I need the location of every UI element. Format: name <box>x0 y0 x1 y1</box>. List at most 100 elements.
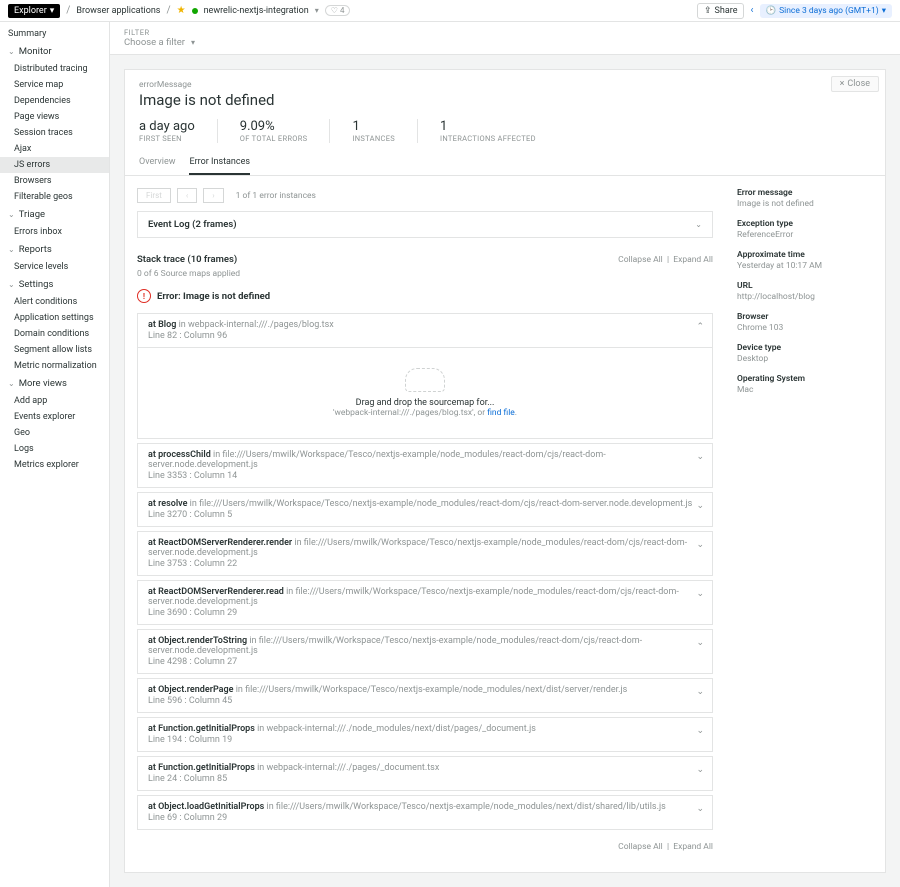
chevron-icon: ⌄ <box>696 540 704 550</box>
stack-frame[interactable]: at ReactDOMServerRenderer.read in file:/… <box>137 580 713 625</box>
stat-block: a day agoFIRST SEEN <box>139 119 195 143</box>
sidebar-item-summary[interactable]: Summary <box>0 26 109 42</box>
pager: First ‹ › 1 of 1 error instances <box>137 188 713 203</box>
close-button[interactable]: ×Close <box>831 76 879 92</box>
share-button[interactable]: ⇪Share <box>697 3 744 19</box>
event-log-panel[interactable]: Event Log (2 frames) ⌄ <box>137 211 713 238</box>
stack-frame[interactable]: at Object.renderPage in file:///Users/mw… <box>137 678 713 713</box>
chevron-down-icon: ⌄ <box>8 379 15 388</box>
detail-section: Device typeDesktop <box>737 343 873 364</box>
cloud-icon <box>405 368 445 392</box>
chevron-down-icon[interactable]: ▾ <box>315 6 319 15</box>
time-range-picker[interactable]: 🕑Since 3 days ago (GMT+1) ▾ <box>760 4 893 18</box>
error-panel: ×Close errorMessage Image is not defined… <box>124 69 886 873</box>
pager-next-button[interactable]: › <box>203 188 223 203</box>
sidebar-item[interactable]: Metrics explorer <box>0 457 109 473</box>
detail-section: Operating SystemMac <box>737 374 873 395</box>
breadcrumb-category[interactable]: Browser applications <box>76 6 160 16</box>
chevron-down-icon: ▾ <box>50 6 55 16</box>
sidebar-item[interactable]: Session traces <box>0 125 109 141</box>
expand-all-link[interactable]: Expand All <box>673 255 713 265</box>
sidebar-item[interactable]: Dependencies <box>0 93 109 109</box>
sidebar-item[interactable]: Service levels <box>0 259 109 275</box>
error-title: Image is not defined <box>139 91 871 109</box>
sidebar-group-monitor[interactable]: ⌄Monitor <box>0 42 109 61</box>
pager-prev-button[interactable]: ‹ <box>177 188 197 203</box>
tab[interactable]: Error Instances <box>189 151 250 175</box>
chevron-icon: ⌄ <box>696 765 704 775</box>
sidebar-group-more[interactable]: ⌄More views <box>0 374 109 393</box>
stack-frame[interactable]: at Function.getInitialProps in webpack-i… <box>137 717 713 752</box>
sidebar-item[interactable]: JS errors <box>0 157 109 173</box>
collapse-all-link-bottom[interactable]: Collapse All <box>618 842 663 852</box>
pager-first-button[interactable]: First <box>137 188 171 203</box>
chevron-icon: ⌄ <box>696 638 704 648</box>
explorer-button[interactable]: Explorer ▾ <box>8 4 60 18</box>
sidebar-item[interactable]: Domain conditions <box>0 326 109 342</box>
chevron-down-icon: ⌄ <box>8 280 15 289</box>
collapse-all-link[interactable]: Collapse All <box>618 255 663 265</box>
expand-all-link-bottom[interactable]: Expand All <box>673 842 713 852</box>
chevron-icon: ⌄ <box>696 726 704 736</box>
sidebar: Summary ⌄Monitor Distributed tracingServ… <box>0 22 110 887</box>
stack-frame[interactable]: at Object.renderToString in file:///User… <box>137 629 713 674</box>
sidebar-item[interactable]: Events explorer <box>0 409 109 425</box>
sidebar-item[interactable]: Segment allow lists <box>0 342 109 358</box>
tag-pill[interactable]: ♡ 4 <box>325 5 351 16</box>
event-log-title: Event Log (2 frames) <box>148 219 237 230</box>
sidebar-item[interactable]: Page views <box>0 109 109 125</box>
breadcrumb-app[interactable]: newrelic-nextjs-integration <box>204 6 309 16</box>
source-maps-applied: 0 of 6 Source maps applied <box>137 269 713 279</box>
filter-picker[interactable]: Choose a filter▾ <box>124 37 886 48</box>
chevron-down-icon: ▾ <box>191 38 195 47</box>
sourcemap-drop-area[interactable]: Drag and drop the sourcemap for...'webpa… <box>138 347 712 438</box>
chevron-down-icon: ⌄ <box>8 245 15 254</box>
sidebar-item[interactable]: Service map <box>0 77 109 93</box>
pager-text: 1 of 1 error instances <box>236 191 316 201</box>
sidebar-item[interactable]: Metric normalization <box>0 358 109 374</box>
detail-section: URLhttp://localhost/blog <box>737 281 873 302</box>
sidebar-group-triage[interactable]: ⌄Triage <box>0 205 109 224</box>
clock-icon: 🕑 <box>766 6 777 16</box>
sidebar-item[interactable]: Errors inbox <box>0 224 109 240</box>
nav-prev-icon[interactable]: ‹ <box>750 5 753 16</box>
chevron-down-icon: ⌄ <box>8 47 15 56</box>
star-icon[interactable]: ★ <box>177 5 186 16</box>
sidebar-item[interactable]: Geo <box>0 425 109 441</box>
chevron-down-icon: ⌄ <box>695 220 702 229</box>
stack-frame[interactable]: at ReactDOMServerRenderer.render in file… <box>137 531 713 576</box>
stat-block: 9.09%OF TOTAL ERRORS <box>240 119 308 143</box>
stack-frame[interactable]: at Object.loadGetInitialProps in file://… <box>137 795 713 830</box>
detail-section: Error messageImage is not defined <box>737 188 873 209</box>
stack-frame[interactable]: at Function.getInitialProps in webpack-i… <box>137 756 713 791</box>
sidebar-item[interactable]: Ajax <box>0 141 109 157</box>
detail-section: Exception typeReferenceError <box>737 219 873 240</box>
error-line-text: Error: Image is not defined <box>157 291 270 302</box>
sidebar-item[interactable]: Browsers <box>0 173 109 189</box>
stack-frame[interactable]: at resolve in file:///Users/mwilk/Worksp… <box>137 492 713 527</box>
sidebar-group-reports[interactable]: ⌄Reports <box>0 240 109 259</box>
sidebar-item[interactable]: Filterable geos <box>0 189 109 205</box>
breadcrumb-sep: / <box>66 5 70 16</box>
sidebar-item[interactable]: Add app <box>0 393 109 409</box>
chevron-icon: ⌄ <box>696 589 704 599</box>
find-file-link[interactable]: find file <box>487 408 515 418</box>
error-badge-icon: ! <box>137 289 151 303</box>
sidebar-item[interactable]: Logs <box>0 441 109 457</box>
filter-bar: FILTER Choose a filter▾ <box>110 22 900 55</box>
chevron-down-icon: ⌄ <box>8 210 15 219</box>
share-icon: ⇪ <box>704 6 712 16</box>
chevron-icon: ⌄ <box>696 687 704 697</box>
sidebar-item[interactable]: Distributed tracing <box>0 61 109 77</box>
sidebar-item[interactable]: Application settings <box>0 310 109 326</box>
tab[interactable]: Overview <box>139 151 175 175</box>
stack-frame[interactable]: at Blog in webpack-internal:///./pages/b… <box>137 313 713 439</box>
detail-section: BrowserChrome 103 <box>737 312 873 333</box>
stack-trace-title: Stack trace (10 frames) <box>137 254 237 265</box>
filter-label: FILTER <box>124 28 886 37</box>
chevron-icon: ⌄ <box>696 452 704 462</box>
sidebar-item[interactable]: Alert conditions <box>0 294 109 310</box>
stack-frame[interactable]: at processChild in file:///Users/mwilk/W… <box>137 443 713 488</box>
sidebar-group-settings[interactable]: ⌄Settings <box>0 275 109 294</box>
status-dot-icon <box>192 8 198 14</box>
